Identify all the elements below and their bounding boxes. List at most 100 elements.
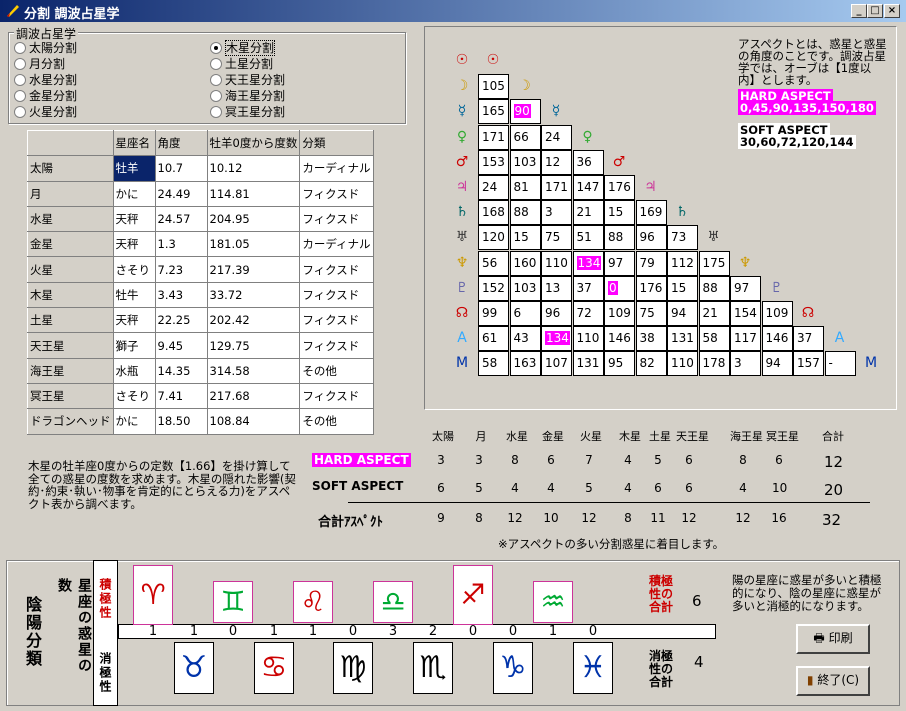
table-cell[interactable]: フィクスド [299,180,375,207]
radio-button-icon[interactable] [210,74,222,86]
radio-right-4[interactable]: 冥王星分割 [210,104,380,120]
table-row[interactable]: 木星 牡牛 3.43 33.72 フィクスド [27,281,375,309]
aspect-value: 37 [797,331,813,346]
radio-left-2[interactable]: 水星分割 [14,72,184,88]
table-cell[interactable]: フィクスド [299,256,375,283]
radio-button-icon[interactable] [210,90,222,102]
zodiac-count: 0 [588,624,598,639]
hard-count: 6 [547,453,555,467]
table-cell[interactable]: 181.05 [206,231,301,258]
radio-button-icon[interactable] [14,42,26,54]
table-cell[interactable]: 24.49 [154,180,208,207]
radio-right-0[interactable]: 木星分割 [210,40,380,56]
maximize-button[interactable]: □ [867,4,883,18]
table-cell[interactable]: 314.58 [206,357,301,384]
table-cell[interactable]: 牡羊 [112,155,156,182]
table-row[interactable]: 土星 天秤 22.25 202.42 フィクスド [27,307,375,334]
table-cell[interactable]: カーディナル [299,231,375,258]
table-cell[interactable]: 水瓶 [112,357,156,384]
aspect-cell: 51 [572,225,604,251]
radio-left-0[interactable]: 太陽分割 [14,40,184,56]
table-cell[interactable]: 1.3 [154,231,208,258]
aspect-cell: 131 [667,326,698,352]
table-cell[interactable]: フィクスド [299,382,375,410]
exit-button[interactable]: ▮ 終了(C) [796,666,870,696]
table-cell[interactable]: 14.35 [154,357,208,384]
radio-left-3[interactable]: 金星分割 [14,88,184,104]
table-row[interactable]: 月かに 24.49 114.81 フィクスド [27,180,375,207]
table-cell[interactable]: その他 [299,408,375,435]
table-cell[interactable]: 217.68 [206,382,301,410]
radio-button-icon[interactable] [210,106,222,118]
table-cell[interactable]: 217.39 [206,256,301,283]
radio-button-icon[interactable] [14,58,26,70]
aspect-value: 147 [576,180,600,194]
aspect-cell: 37 [793,326,824,352]
table-cell[interactable]: フィクスド [299,332,375,359]
stats-soft-label: SOFT ASPECT [312,479,404,493]
table-cell[interactable]: 108.84 [206,408,301,435]
table-cell[interactable]: 10.12 [206,155,301,182]
table-cell[interactable]: 22.25 [154,307,208,334]
table-cell[interactable]: 202.42 [206,307,301,334]
table-cell[interactable]: フィクスド [299,205,375,233]
print-button[interactable]: 🖶 印刷 [796,624,870,654]
row-header: 木星 [27,281,114,309]
table-cell[interactable]: 3.43 [154,281,208,309]
radio-button-icon[interactable] [14,90,26,102]
table-cell[interactable]: 204.95 [206,205,301,233]
radio-button-icon[interactable] [210,58,222,70]
table-row[interactable]: 水星 天秤 24.57 204.95 フィクスド [27,205,375,233]
table-cell[interactable]: カーディナル [299,155,375,182]
table-row[interactable]: 海王星 水瓶 14.35 314.58 その他 [27,357,375,384]
table-cell[interactable]: さそり [112,382,156,410]
minimize-button[interactable]: _ [851,4,867,18]
stats-header: 月 [475,430,487,443]
table-cell[interactable]: 18.50 [154,408,208,435]
hard-count: 8 [511,453,519,467]
table-cell[interactable]: その他 [299,357,375,384]
table-cell[interactable]: 114.81 [206,180,301,207]
aspect-cell: 3 [541,200,572,226]
table-row[interactable]: 太陽 牡羊 10.7 10.12 カーディナル [27,155,375,182]
table-cell[interactable]: 天秤 [112,231,156,258]
radio-right-1[interactable]: 土星分割 [210,56,380,72]
table-row[interactable]: ドラゴンヘッド かに 18.50 108.84 その他 [27,408,375,435]
table-cell[interactable]: 獅子 [112,332,156,359]
table-row[interactable]: 金星 天秤 1.3 181.05 カーディナル [27,231,375,258]
radio-right-3[interactable]: 海王星分割 [210,88,380,104]
radio-left-4[interactable]: 火星分割 [14,104,184,120]
table-cell[interactable]: 7.23 [154,256,208,283]
radio-button-icon[interactable] [14,74,26,86]
soft-aspect-values: 30,60,72,120,144 [738,135,856,149]
table-cell[interactable]: 129.75 [206,332,301,359]
table-cell[interactable]: フィクスド [299,281,375,309]
table-cell[interactable]: 24.57 [154,205,208,233]
table-cell[interactable]: かに [112,180,156,207]
aspect-cell: 0 [604,275,635,301]
aspect-value: 95 [608,356,624,371]
table-cell[interactable]: 9.45 [154,332,208,359]
stats-header: 合計 [822,430,844,443]
close-button[interactable]: × [884,4,900,18]
table-cell[interactable]: 10.7 [154,155,208,182]
table-cell[interactable]: 天秤 [112,205,156,233]
active-total: 6 [692,592,702,610]
table-cell[interactable]: フィクスド [299,307,375,334]
table-row[interactable]: 冥王星 さそり 7.41 217.68 フィクスド [27,382,375,410]
table-row[interactable]: 天王星 獅子 9.45 129.75 フィクスド [27,332,375,359]
radio-button-icon[interactable] [14,106,26,118]
radio-button-icon[interactable] [210,42,222,54]
radio-label: 木星分割 [225,40,276,56]
radio-right-2[interactable]: 天王星分割 [210,72,380,88]
table-cell[interactable]: 天秤 [112,307,156,334]
table-row[interactable]: 火星 さそり 7.23 217.39 フィクスド [27,256,375,283]
active-total-label: 積極性の合計 [648,574,673,614]
table-cell[interactable]: さそり [112,256,156,283]
radio-label: 太陽分割 [29,41,78,55]
table-cell[interactable]: 7.41 [154,382,208,410]
table-cell[interactable]: かに [112,408,156,435]
radio-left-1[interactable]: 月分割 [14,56,184,72]
table-cell[interactable]: 33.72 [206,281,301,309]
table-cell[interactable]: 牡牛 [112,281,156,309]
